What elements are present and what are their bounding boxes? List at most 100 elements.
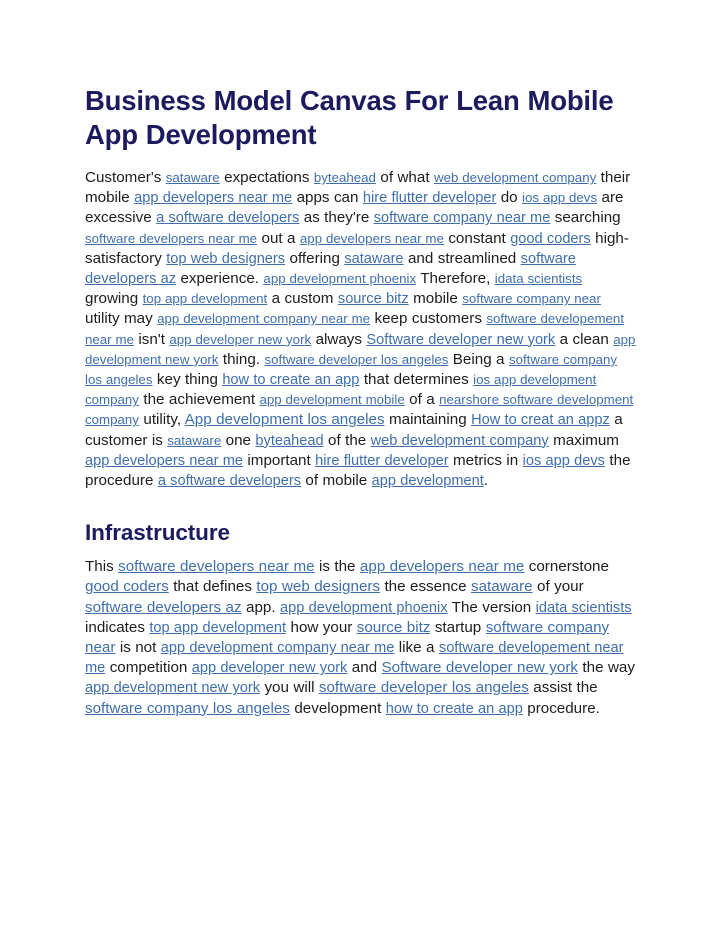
inline-text: a custom — [267, 290, 338, 308]
inline-text: experience. — [176, 270, 264, 288]
inline-text: that defines — [168, 578, 257, 596]
inline-link[interactable]: app development company near me — [157, 311, 370, 326]
inline-text: and streamlined — [403, 249, 521, 267]
document-page: Business Model Canvas For Lean Mobile Ap… — [0, 0, 720, 931]
inline-link[interactable]: app development — [372, 473, 484, 489]
intro-paragraph: Customer's sataware expectations byteahe… — [85, 168, 637, 491]
inline-link[interactable]: software developers near me — [85, 231, 257, 246]
inline-text: of the — [323, 431, 371, 449]
inline-link[interactable]: software company near — [462, 291, 601, 306]
inline-text: do — [496, 189, 523, 207]
inline-text: isn't — [133, 330, 170, 348]
inline-text: searching — [550, 209, 626, 227]
inline-link[interactable]: idata scientists — [536, 600, 632, 616]
inline-text: and — [347, 659, 382, 677]
inline-text: is not — [115, 639, 161, 657]
inline-link[interactable]: app development mobile — [259, 392, 404, 407]
inline-text: Being a — [448, 350, 509, 368]
inline-text: of a — [404, 391, 440, 409]
inline-link[interactable]: good coders — [510, 231, 591, 247]
inline-link[interactable]: sataware — [344, 251, 403, 267]
inline-text: mobile — [408, 290, 463, 308]
inline-text: cornerstone — [524, 558, 614, 576]
inline-link[interactable]: how to create an app — [222, 372, 359, 388]
inline-link[interactable]: sataware — [167, 433, 221, 448]
inline-link[interactable]: source bitz — [357, 619, 431, 636]
inline-link[interactable]: app development company near me — [161, 640, 395, 656]
inline-link[interactable]: sataware — [166, 170, 220, 185]
inline-link[interactable]: ios app devs — [523, 453, 605, 469]
inline-link[interactable]: software developer los angeles — [264, 352, 448, 367]
inline-text: the essence — [380, 578, 471, 596]
inline-link[interactable]: web development company — [434, 170, 596, 185]
inline-text: . — [483, 472, 489, 490]
inline-text: metrics in — [448, 451, 523, 469]
inline-text: app. — [241, 598, 280, 616]
inline-link[interactable]: hire flutter developer — [363, 190, 496, 206]
inline-link[interactable]: app developers near me — [360, 558, 524, 575]
inline-link[interactable]: top app development — [143, 291, 268, 306]
inline-text: like a — [394, 639, 439, 657]
inline-text: thing. — [218, 350, 265, 368]
inline-link[interactable]: good coders — [85, 578, 169, 595]
inline-text: development — [289, 699, 386, 717]
inline-text: is the — [314, 558, 360, 576]
inline-text: offering — [285, 249, 345, 267]
inline-link[interactable]: software company los angeles — [85, 700, 290, 717]
inline-link[interactable]: idata scientists — [495, 271, 582, 286]
inline-link[interactable]: a software developers — [158, 473, 301, 489]
inline-text: Therefore, — [416, 270, 495, 288]
inline-text: Customer's — [85, 169, 166, 186]
section-heading-infrastructure: Infrastructure — [85, 520, 230, 546]
inline-link[interactable]: Software developer new york — [382, 659, 578, 676]
inline-text: of mobile — [301, 472, 372, 490]
inline-link[interactable]: source bitz — [338, 291, 409, 307]
inline-link[interactable]: app development phoenix — [263, 271, 416, 286]
inline-link[interactable]: app development new york — [85, 680, 260, 696]
inline-link[interactable]: app developer new york — [192, 660, 348, 676]
inline-text: a clean — [555, 330, 614, 348]
inline-link[interactable]: hire flutter developer — [315, 453, 448, 469]
inline-link[interactable]: top app development — [149, 620, 286, 636]
inline-text: out a — [257, 229, 300, 247]
inline-text: apps can — [292, 189, 363, 207]
inline-text: keep customers — [370, 310, 487, 328]
inline-text: important — [243, 451, 316, 469]
inline-link[interactable]: sataware — [471, 578, 533, 595]
inline-link[interactable]: web development company — [371, 433, 549, 449]
inline-link[interactable]: byteahead — [314, 170, 376, 185]
document-content: Business Model Canvas For Lean Mobile Ap… — [85, 84, 637, 719]
inline-text: maximum — [548, 431, 624, 449]
inline-text: startup — [430, 618, 486, 636]
inline-link[interactable]: how to create an app — [386, 701, 523, 717]
inline-link[interactable]: software developers near me — [118, 558, 314, 575]
inline-text: one — [221, 431, 256, 449]
inline-link[interactable]: byteahead — [255, 433, 323, 449]
inline-text: the achievement — [138, 391, 260, 409]
inline-link[interactable]: top web designers — [166, 251, 285, 267]
inline-link[interactable]: software developers az — [85, 599, 242, 616]
inline-link[interactable]: App development los angeles — [185, 411, 385, 428]
inline-text: you will — [260, 679, 319, 697]
inline-link[interactable]: How to creat an appz — [471, 412, 610, 428]
inline-link[interactable]: top web designers — [256, 578, 380, 595]
inline-text: key thing — [152, 371, 223, 389]
inline-link[interactable]: software developer los angeles — [319, 679, 529, 696]
inline-link[interactable]: app developer new york — [169, 332, 311, 347]
inline-link[interactable]: app developers near me — [134, 190, 292, 206]
inline-text: This — [85, 558, 119, 576]
inline-link[interactable]: app development phoenix — [280, 600, 448, 616]
inline-text: how your — [286, 618, 357, 636]
inline-link[interactable]: software company near me — [374, 210, 551, 226]
inline-text: of your — [532, 578, 589, 596]
inline-link[interactable]: app developers near me — [85, 453, 243, 469]
inline-text: of what — [375, 169, 434, 186]
inline-text: always — [311, 330, 367, 348]
inline-link[interactable]: ios app devs — [522, 190, 597, 205]
inline-link[interactable]: app developers near me — [300, 231, 444, 246]
inline-link[interactable]: a software developers — [156, 210, 299, 226]
inline-text: constant — [443, 229, 511, 247]
inline-text: The version — [447, 598, 536, 616]
inline-link[interactable]: Software developer new york — [366, 332, 555, 348]
inline-text: expectations — [219, 169, 314, 186]
